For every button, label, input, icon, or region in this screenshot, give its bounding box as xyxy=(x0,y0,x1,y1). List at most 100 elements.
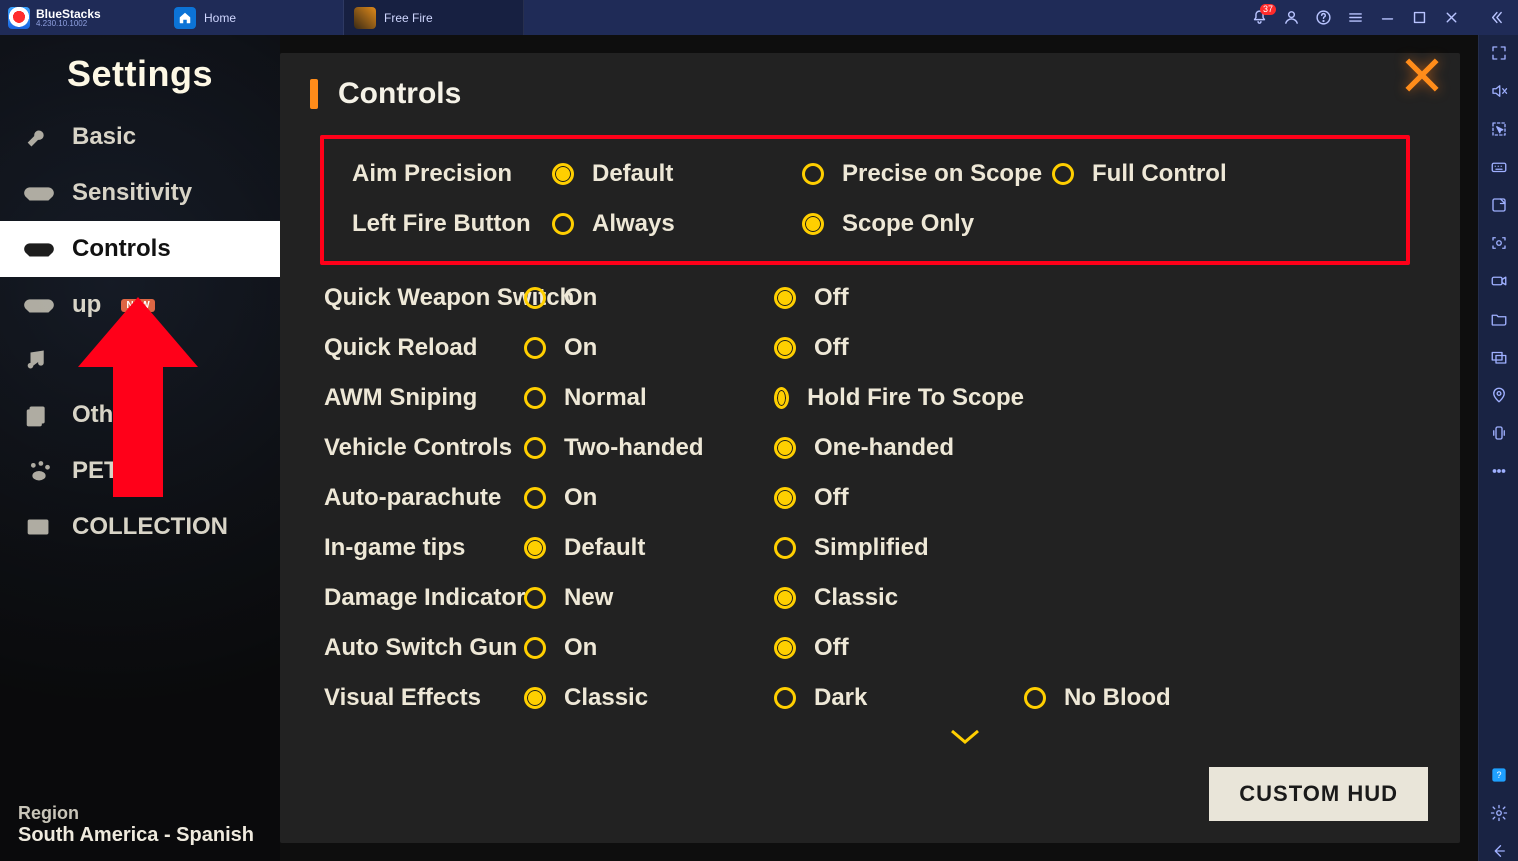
radio-label: Hold Fire To Scope xyxy=(807,384,1024,412)
gear-icon[interactable] xyxy=(1489,803,1509,823)
radio-icon xyxy=(1024,687,1046,709)
collapse-sidebar-icon[interactable] xyxy=(1486,9,1504,27)
folder-icon[interactable] xyxy=(1489,309,1509,329)
screenshot-icon[interactable] xyxy=(1489,233,1509,253)
bluestacks-brand: BlueStacks 4.230.10.1002 xyxy=(8,7,158,29)
option-row-autoswitch: Auto Switch GunOnOff xyxy=(310,623,1420,673)
more-icon[interactable] xyxy=(1489,461,1509,481)
radio-vehicle-0[interactable]: Two-handed xyxy=(524,434,774,462)
option-row-aim_precision: Aim PrecisionDefaultPrecise on ScopeFull… xyxy=(338,149,1392,199)
menu-icon[interactable] xyxy=(1346,9,1364,27)
radio-visual-2[interactable]: No Blood xyxy=(1024,684,1274,712)
radio-parachute-1[interactable]: Off xyxy=(774,484,1024,512)
radio-tips-0[interactable]: Default xyxy=(524,534,774,562)
close-icon[interactable] xyxy=(1442,9,1460,27)
radio-label: Default xyxy=(564,534,645,562)
radio-autoswitch-0[interactable]: On xyxy=(524,634,774,662)
nav-basic[interactable]: Basic xyxy=(0,109,280,165)
help-icon[interactable] xyxy=(1314,9,1332,27)
titlebar-right: 37 xyxy=(1250,9,1510,27)
maximize-icon[interactable] xyxy=(1410,9,1428,27)
install-apk-icon[interactable] xyxy=(1489,195,1509,215)
record-icon[interactable] xyxy=(1489,271,1509,291)
radio-aim_precision-0[interactable]: Default xyxy=(552,160,802,188)
minimize-icon[interactable] xyxy=(1378,9,1396,27)
option-row-awm: AWM SnipingNormalHold Fire To Scope xyxy=(310,373,1420,423)
nav-collection[interactable]: COLLECTION xyxy=(0,499,280,555)
radio-label: Two-handed xyxy=(564,434,704,462)
notifications-icon[interactable]: 37 xyxy=(1250,9,1268,27)
nav-controls[interactable]: Controls xyxy=(0,221,280,277)
settings-nav: Settings Basic Sensitivity Controls up N… xyxy=(0,35,280,861)
gamepad-icon xyxy=(22,236,56,262)
radio-awm-1[interactable]: Hold Fire To Scope xyxy=(774,384,1024,412)
paw-icon xyxy=(22,458,56,484)
new-badge: NEW xyxy=(121,299,154,312)
radio-awm-0[interactable]: Normal xyxy=(524,384,774,412)
nav-label: up xyxy=(72,291,101,319)
freefire-icon xyxy=(354,7,376,29)
gamepad-icon xyxy=(22,292,56,318)
region-label: Region xyxy=(18,803,254,824)
option-row-quick_reload: Quick ReloadOnOff xyxy=(310,323,1420,373)
radio-visual-0[interactable]: Classic xyxy=(524,684,774,712)
shake-icon[interactable] xyxy=(1489,423,1509,443)
radio-left_fire_button-0[interactable]: Always xyxy=(552,210,802,238)
back-icon[interactable] xyxy=(1489,841,1509,861)
radio-autoswitch-1[interactable]: Off xyxy=(774,634,1024,662)
custom-hud-button[interactable]: CUSTOM HUD xyxy=(1209,767,1428,821)
radio-label: No Blood xyxy=(1064,684,1171,712)
keyboard-icon[interactable] xyxy=(1489,157,1509,177)
radio-damage-1[interactable]: Classic xyxy=(774,584,1024,612)
radio-aim_precision-1[interactable]: Precise on Scope xyxy=(802,160,1052,188)
radio-aim_precision-2[interactable]: Full Control xyxy=(1052,160,1302,188)
options-list: Aim PrecisionDefaultPrecise on ScopeFull… xyxy=(310,135,1420,723)
cursor-lock-icon[interactable] xyxy=(1489,119,1509,139)
nav-label: Controls xyxy=(72,235,171,263)
radio-damage-0[interactable]: New xyxy=(524,584,774,612)
scroll-down-button[interactable] xyxy=(310,723,1420,752)
radio-quick_reload-1[interactable]: Off xyxy=(774,334,1024,362)
nav-autopickup[interactable]: up NEW xyxy=(0,277,280,333)
nav-pet[interactable]: PET xyxy=(0,443,280,499)
panel-header: Controls xyxy=(310,77,1420,111)
radio-icon xyxy=(774,437,796,459)
radio-label: Off xyxy=(814,484,849,512)
radio-left_fire_button-1[interactable]: Scope Only xyxy=(802,210,1052,238)
multi-instance-icon[interactable] xyxy=(1489,347,1509,367)
location-icon[interactable] xyxy=(1489,385,1509,405)
nav-sensitivity[interactable]: Sensitivity xyxy=(0,165,280,221)
radio-icon xyxy=(774,337,796,359)
radio-icon xyxy=(524,437,546,459)
radio-label: Precise on Scope xyxy=(842,160,1042,188)
nav-sound[interactable] xyxy=(0,333,280,387)
help-square-icon[interactable]: ? xyxy=(1489,765,1509,785)
radio-quick_weapon-1[interactable]: Off xyxy=(774,284,1024,312)
radio-quick_weapon-0[interactable]: On xyxy=(524,284,774,312)
volume-mute-icon[interactable] xyxy=(1489,81,1509,101)
account-icon[interactable] xyxy=(1282,9,1300,27)
radio-icon xyxy=(524,687,546,709)
option-row-quick_weapon: Quick Weapon SwitchOnOff xyxy=(310,273,1420,323)
option-row-parachute: Auto-parachuteOnOff xyxy=(310,473,1420,523)
radio-visual-1[interactable]: Dark xyxy=(774,684,1024,712)
radio-icon xyxy=(802,213,824,235)
music-icon xyxy=(22,347,56,373)
radio-label: One-handed xyxy=(814,434,954,462)
radio-icon xyxy=(524,587,546,609)
fullscreen-icon[interactable] xyxy=(1489,43,1509,63)
tab-home[interactable]: Home xyxy=(164,0,344,35)
radio-vehicle-1[interactable]: One-handed xyxy=(774,434,1024,462)
radio-parachute-0[interactable]: On xyxy=(524,484,774,512)
radio-label: New xyxy=(564,584,613,612)
radio-quick_reload-0[interactable]: On xyxy=(524,334,774,362)
doc-icon xyxy=(22,402,56,428)
option-row-left_fire_button: Left Fire ButtonAlwaysScope Only xyxy=(338,199,1392,249)
close-panel-button[interactable] xyxy=(1394,47,1450,103)
nav-others[interactable]: Others xyxy=(0,387,280,443)
notifications-badge: 37 xyxy=(1260,4,1276,15)
radio-tips-1[interactable]: Simplified xyxy=(774,534,1024,562)
tab-free-fire[interactable]: Free Fire xyxy=(344,0,524,35)
bluestacks-tabs: Home Free Fire xyxy=(164,0,524,35)
radio-icon xyxy=(774,487,796,509)
